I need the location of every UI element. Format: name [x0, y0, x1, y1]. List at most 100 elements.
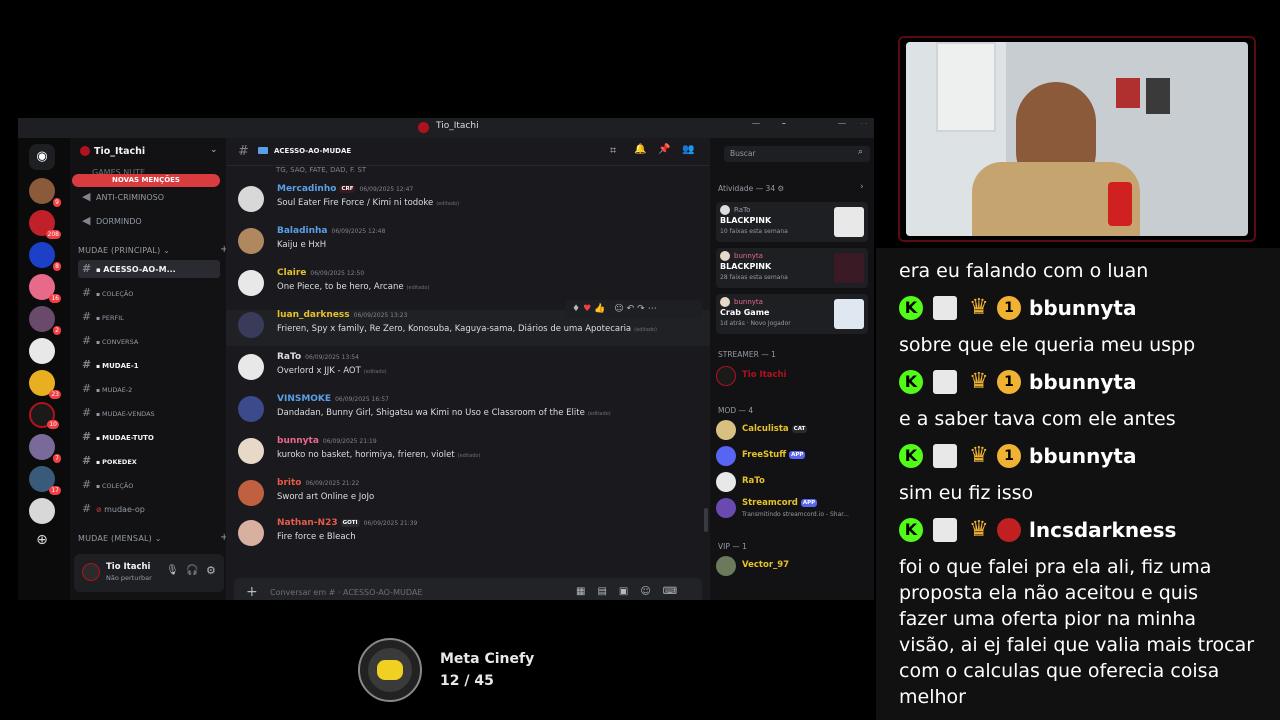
category-header[interactable]: MUDAE (PRINCIPAL) ⌄ — [78, 246, 170, 255]
gift-badge-icon: 1 — [997, 444, 1021, 468]
avatar — [716, 498, 736, 518]
server-icon[interactable]: 17 — [29, 466, 61, 495]
goal-widget-icon — [358, 638, 422, 702]
gear-icon[interactable]: ⚙ — [206, 564, 216, 577]
hash-icon: # — [238, 144, 249, 159]
member-item[interactable]: Calculista CAT — [716, 420, 866, 442]
pin-icon[interactable]: 📌 — [658, 144, 670, 155]
server-icon[interactable]: 9 — [29, 178, 61, 207]
activity-card[interactable]: RaTo BLACKPINK 10 faixas esta semana — [716, 202, 868, 242]
text-channel[interactable]: # ▪ MUDAE-TUTO — [78, 428, 220, 446]
server-avatar-icon — [418, 122, 429, 133]
avatar — [238, 480, 264, 506]
member-item[interactable]: Vector_97 — [716, 556, 866, 578]
member-item[interactable]: FreeStuff APP — [716, 446, 866, 468]
message-input[interactable]: Conversar em # · ACESSO-AO-MUDAE — [270, 588, 422, 597]
bell-icon[interactable]: 🔔 — [634, 144, 646, 155]
crown-icon: ♛ — [969, 443, 989, 468]
server-icon[interactable]: 208 — [29, 210, 61, 239]
kick-icon: K — [899, 296, 923, 320]
avatar — [716, 366, 736, 386]
chat-message[interactable]: bunnyta 06/09/2025 21:19 kuroko no basket… — [238, 436, 698, 474]
discord-home-icon[interactable]: ◉ — [29, 144, 55, 170]
member-item[interactable]: RaTo — [716, 472, 866, 494]
server-icon[interactable]: 23 — [29, 370, 61, 399]
stream-chat-overlay: era eu falando com o luan K ♛ 1 bbunnyta… — [876, 248, 1280, 720]
user-name: Tio Itachi — [106, 562, 151, 572]
search-input[interactable]: Buscar ⌕ — [724, 146, 870, 162]
category-header[interactable]: MUDAE (MENSAL) ⌄ — [78, 534, 162, 543]
chat-message-hovered[interactable]: luan_darkness 06/09/2025 13:23 Frieren, S… — [226, 300, 710, 346]
goal-progress: 12 / 45 — [440, 673, 494, 689]
add-server-icon[interactable]: ⊕ — [34, 532, 50, 548]
chat-message[interactable]: Nathan-N23 GOTI 06/09/2025 21:39 Fire forc… — [238, 518, 698, 556]
server-icon[interactable]: 8 — [29, 242, 61, 271]
text-channel[interactable]: # ▪ COLEÇÃO — [78, 284, 220, 302]
mod-header: MOD — 4 — [718, 406, 754, 415]
text-channel[interactable]: # ▪ MUDAE-VENDAS — [78, 404, 220, 422]
chat-message[interactable]: RaTo 06/09/2025 13:54 Overlord x JJK - AO… — [238, 352, 698, 390]
composer-tools-icons[interactable]: ▦▤▣☺⌨ — [576, 586, 689, 597]
webcam-feed — [906, 42, 1248, 236]
avatar — [238, 520, 264, 546]
activity-card[interactable]: bunnyta Crab Game 1d atrás · Novo Jogado… — [716, 294, 868, 334]
sub-badge-icon — [933, 444, 957, 468]
chat-text: melhor — [899, 686, 966, 708]
avatar — [720, 297, 730, 307]
headphones-icon[interactable]: 🎧 — [186, 565, 198, 576]
kick-icon: K — [899, 518, 923, 542]
chat-message[interactable]: brito 06/09/2025 21:22 Sword art Online e… — [238, 478, 698, 516]
server-icon[interactable] — [29, 338, 55, 364]
voice-channel[interactable]: ◀ ANTI-CRIMINOSO — [78, 188, 220, 206]
gift-badge-icon: 1 — [997, 370, 1021, 394]
avatar — [716, 472, 736, 492]
chat-message[interactable]: Baladinha 06/09/2025 12:48 Kaiju e HxH — [238, 226, 698, 264]
member-item[interactable]: Streamcord APP Transmitindo streamcord.io… — [716, 498, 866, 524]
chat-text: foi o que falei pra ela ali, fiz uma — [899, 556, 1212, 578]
game-icon — [834, 299, 864, 329]
channel-name: ACESSO-AO-MUDAE — [274, 147, 352, 155]
server-icon-active[interactable]: 10 — [29, 402, 59, 429]
voice-channel[interactable]: ◀ DORMINDO — [78, 212, 220, 230]
server-icon[interactable]: 7 — [29, 434, 61, 463]
chat-text: visão, ai ej falei que valia mais trocar — [899, 634, 1255, 656]
member-item[interactable]: Tio Itachi — [716, 366, 866, 388]
text-channel[interactable]: # ▪ MUDAE-2 — [78, 380, 220, 398]
window-title: Tio_Itachi — [436, 121, 479, 131]
avatar — [716, 556, 736, 576]
chevron-right-icon[interactable]: › — [860, 182, 864, 192]
server-header[interactable]: Tio_Itachi ⌄ — [78, 144, 220, 162]
chat-message[interactable]: VINSMOKE 06/09/2025 16:57 Dandadan, Bunny… — [238, 394, 698, 432]
text-channel[interactable]: # ▪ POKEDEX — [78, 452, 220, 470]
avatar — [238, 228, 264, 254]
chat-text: proposta ela não aceitou e quis — [899, 582, 1199, 604]
text-channel[interactable]: # ▪ PERFIL — [78, 308, 220, 326]
message-composer[interactable]: + Conversar em # · ACESSO-AO-MUDAE ▦▤▣☺⌨ — [234, 578, 702, 600]
server-list: ◉ 9 208 8 16 2 23 10 7 17 ⊕ — [18, 138, 70, 600]
new-mentions-banner[interactable]: NOVAS MENÇÕES — [72, 174, 220, 187]
message-actions[interactable]: ♦♥👍 ☺↶↷⋯ — [566, 300, 702, 318]
members-icon[interactable]: 👥 — [682, 144, 694, 155]
user-panel: Tio Itachi Não perturbar 🎙 🎧 ⚙ — [74, 554, 224, 592]
threads-icon[interactable]: ⌗ — [610, 144, 616, 158]
speaker-icon: ◀ — [82, 214, 91, 227]
text-channel[interactable]: # ▪ COLEÇÃO — [78, 476, 220, 494]
chat-message[interactable]: Mercadinho CRF 06/09/2025 12:47 Soul Eater… — [238, 184, 698, 222]
server-icon[interactable]: 2 — [29, 306, 61, 335]
activity-card[interactable]: bunnyta BLACKPINK 28 faixas esta semana — [716, 248, 868, 288]
server-icon[interactable]: 16 — [29, 274, 61, 303]
album-icon — [834, 207, 864, 237]
avatar[interactable] — [82, 563, 100, 581]
server-icon[interactable] — [29, 498, 55, 524]
chat-text: fazer uma oferta pior na minha — [899, 608, 1197, 630]
avatar — [238, 354, 264, 380]
channel-active[interactable]: # ▪ ACESSO-AO-M... — [78, 260, 220, 278]
add-attachment-icon[interactable]: + — [246, 584, 258, 600]
chevron-down-icon[interactable]: ⌄ — [210, 145, 218, 155]
scrollbar[interactable] — [704, 508, 708, 532]
microphone-icon[interactable]: 🎙 — [166, 565, 179, 576]
text-channel[interactable]: # ▪ MUDAE-1 — [78, 356, 220, 374]
text-channel[interactable]: # ▪ CONVERSA — [78, 332, 220, 350]
text-channel[interactable]: # ⊘ mudae-op — [78, 500, 220, 518]
streamer-header: STREAMER — 1 — [718, 350, 776, 359]
